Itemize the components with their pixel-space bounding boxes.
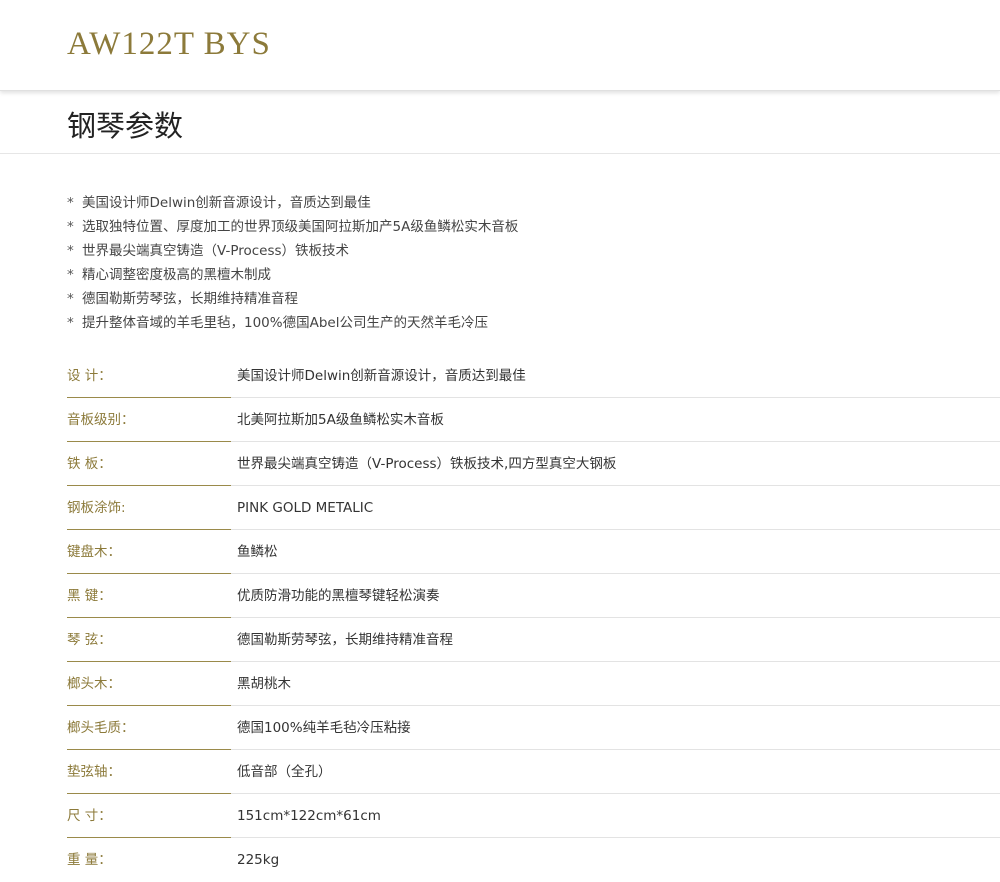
spec-label: 重 量：	[67, 852, 112, 868]
page-header: AW122T BYS	[0, 0, 1000, 91]
feature-text: 选取独特位置、厚度加工的世界顶级美国阿拉斯加产5A级鱼鳞松实木音板	[82, 219, 519, 235]
spec-row-hammer-felt: 榔头毛质： 德国100%纯羊毛毡冷压粘接	[67, 706, 1000, 750]
bullet-star: *	[67, 315, 74, 331]
spec-row-soundboard: 音板级别： 北美阿拉斯加5A级鱼鳞松实木音板	[67, 398, 1000, 442]
spec-label: 榔头木：	[67, 676, 121, 692]
feature-item: * 德国勒斯劳琴弦，长期维持精准音程	[67, 287, 518, 311]
spec-label: 铁 板：	[67, 456, 112, 472]
feature-item: * 世界最尖端真空铸造（V-Process）铁板技术	[67, 239, 518, 263]
spec-row-string-bushing: 垫弦轴： 低音部（全孔）	[67, 750, 1000, 794]
feature-item: * 提升整体音域的羊毛里毡，100%德国Abel公司生产的天然羊毛冷压	[67, 311, 518, 335]
bullet-star: *	[67, 243, 74, 259]
model-title: AW122T BYS	[67, 26, 271, 62]
spec-value: 德国勒斯劳琴弦，长期维持精准音程	[237, 632, 453, 648]
spec-label: 键盘木：	[67, 544, 121, 560]
spec-value: 黑胡桃木	[237, 676, 291, 692]
feature-item: * 选取独特位置、厚度加工的世界顶级美国阿拉斯加产5A级鱼鳞松实木音板	[67, 215, 518, 239]
section-divider	[0, 153, 1000, 154]
feature-text: 精心调整密度极高的黑檀木制成	[82, 267, 271, 283]
feature-text: 世界最尖端真空铸造（V-Process）铁板技术	[82, 243, 350, 259]
spec-label: 黑 键：	[67, 588, 112, 604]
feature-list: * 美国设计师Delwin创新音源设计，音质达到最佳 * 选取独特位置、厚度加工的世…	[67, 191, 518, 335]
spec-row-strings: 琴 弦： 德国勒斯劳琴弦，长期维持精准音程	[67, 618, 1000, 662]
bullet-star: *	[67, 195, 74, 211]
spec-label: 榔头毛质：	[67, 720, 135, 736]
spec-table: 设 计： 美国设计师Delwin创新音源设计，音质达到最佳 音板级别： 北美阿拉…	[67, 354, 1000, 882]
section-title: 钢琴参数	[67, 109, 184, 143]
spec-row-keyboard-wood: 键盘木： 鱼鳞松	[67, 530, 1000, 574]
spec-value: 德国100%纯羊毛毡冷压粘接	[237, 720, 411, 736]
spec-value: 美国设计师Delwin创新音源设计，音质达到最佳	[237, 368, 526, 384]
spec-value: 优质防滑功能的黑檀琴键轻松演奏	[237, 588, 440, 604]
spec-label: 音板级别：	[67, 412, 135, 428]
feature-text: 德国勒斯劳琴弦，长期维持精准音程	[82, 291, 298, 307]
spec-value: 225kg	[237, 852, 280, 868]
spec-row-design: 设 计： 美国设计师Delwin创新音源设计，音质达到最佳	[67, 354, 1000, 398]
spec-label: 垫弦轴：	[67, 764, 121, 780]
spec-value: 北美阿拉斯加5A级鱼鳞松实木音板	[237, 412, 444, 428]
spec-label: 尺 寸：	[67, 808, 112, 824]
spec-value: 世界最尖端真空铸造（V-Process）铁板技术,四方型真空大钢板	[237, 456, 617, 472]
feature-text: 美国设计师Delwin创新音源设计，音质达到最佳	[82, 195, 371, 211]
feature-item: * 精心调整密度极高的黑檀木制成	[67, 263, 518, 287]
bullet-star: *	[67, 267, 74, 283]
spec-label: 琴 弦：	[67, 632, 112, 648]
bullet-star: *	[67, 291, 74, 307]
spec-value: 鱼鳞松	[237, 544, 278, 560]
spec-value: PINK GOLD METALIC	[237, 500, 374, 516]
spec-row-dimensions: 尺 寸： 151cm*122cm*61cm	[67, 794, 1000, 838]
spec-row-plate-finish: 钢板涂饰: PINK GOLD METALIC	[67, 486, 1000, 530]
spec-row-black-keys: 黑 键： 优质防滑功能的黑檀琴键轻松演奏	[67, 574, 1000, 618]
spec-value: 低音部（全孔）	[237, 764, 332, 780]
spec-label: 钢板涂饰:	[67, 500, 126, 516]
spec-value: 151cm*122cm*61cm	[237, 808, 381, 824]
spec-row-weight: 重 量： 225kg	[67, 838, 1000, 882]
bullet-star: *	[67, 219, 74, 235]
spec-label: 设 计：	[67, 368, 112, 384]
spec-row-hammer-wood: 榔头木： 黑胡桃木	[67, 662, 1000, 706]
feature-item: * 美国设计师Delwin创新音源设计，音质达到最佳	[67, 191, 518, 215]
feature-text: 提升整体音域的羊毛里毡，100%德国Abel公司生产的天然羊毛冷压	[82, 315, 488, 331]
spec-row-iron-plate: 铁 板： 世界最尖端真空铸造（V-Process）铁板技术,四方型真空大钢板	[67, 442, 1000, 486]
